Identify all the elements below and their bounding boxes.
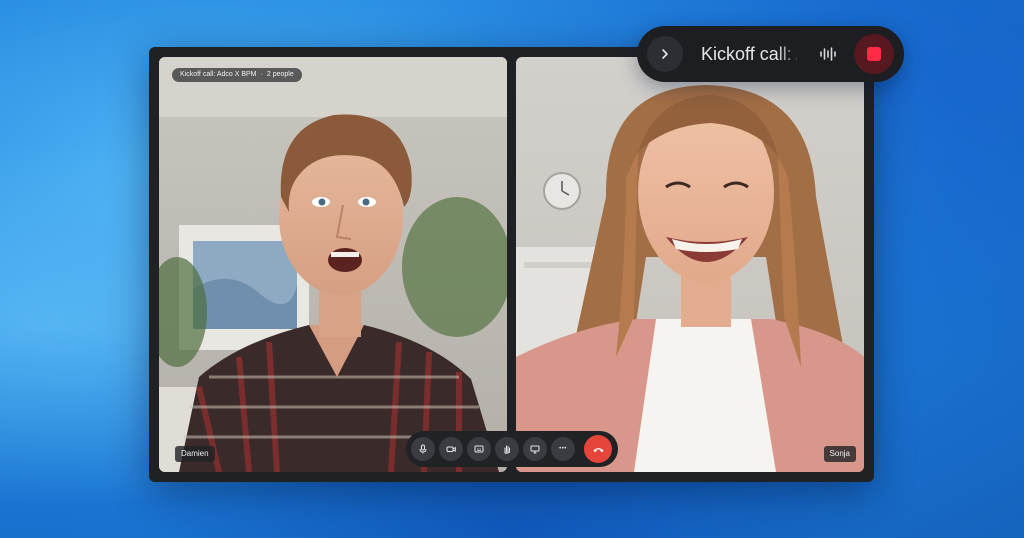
audio-waveform-icon bbox=[820, 47, 836, 61]
more-icon[interactable]: ••• bbox=[551, 437, 575, 461]
chevron-right-icon bbox=[662, 49, 668, 59]
camera-icon[interactable] bbox=[439, 437, 463, 461]
participant-tile-sonja[interactable]: Sonja bbox=[516, 57, 864, 472]
call-info-separator: · bbox=[260, 71, 263, 78]
microphone-icon[interactable] bbox=[411, 437, 435, 461]
video-call-window: Kickoff call: Adco X BPM · 2 people Damien bbox=[149, 47, 874, 482]
participant-tile-damien[interactable]: Kickoff call: Adco X BPM · 2 people Damien bbox=[159, 57, 507, 472]
share-screen-icon[interactable] bbox=[523, 437, 547, 461]
end-call-icon bbox=[592, 447, 604, 452]
participants-count: 2 people bbox=[266, 71, 294, 78]
participant-name-tag: Sonja bbox=[823, 446, 856, 462]
recording-widget: Kickoff call: Adco X BPM bbox=[637, 26, 904, 82]
captions-icon[interactable] bbox=[467, 437, 491, 461]
expand-recorder-button[interactable] bbox=[647, 36, 683, 72]
recording-title-fade bbox=[777, 38, 803, 70]
sonja-video-feed bbox=[516, 57, 864, 472]
more-glyph: ••• bbox=[559, 446, 567, 452]
stop-icon bbox=[867, 47, 881, 61]
participant-name-tag: Damien bbox=[175, 446, 215, 462]
damien-video-feed bbox=[159, 57, 507, 472]
end-call-button[interactable] bbox=[584, 435, 612, 463]
stop-recording-button[interactable] bbox=[854, 34, 894, 74]
raise-hand-icon[interactable] bbox=[495, 437, 519, 461]
call-controls-toolbar: ••• bbox=[406, 431, 618, 467]
call-info-pill: Kickoff call: Adco X BPM · 2 people bbox=[172, 68, 302, 82]
call-title: Kickoff call: Adco X BPM bbox=[180, 71, 257, 78]
